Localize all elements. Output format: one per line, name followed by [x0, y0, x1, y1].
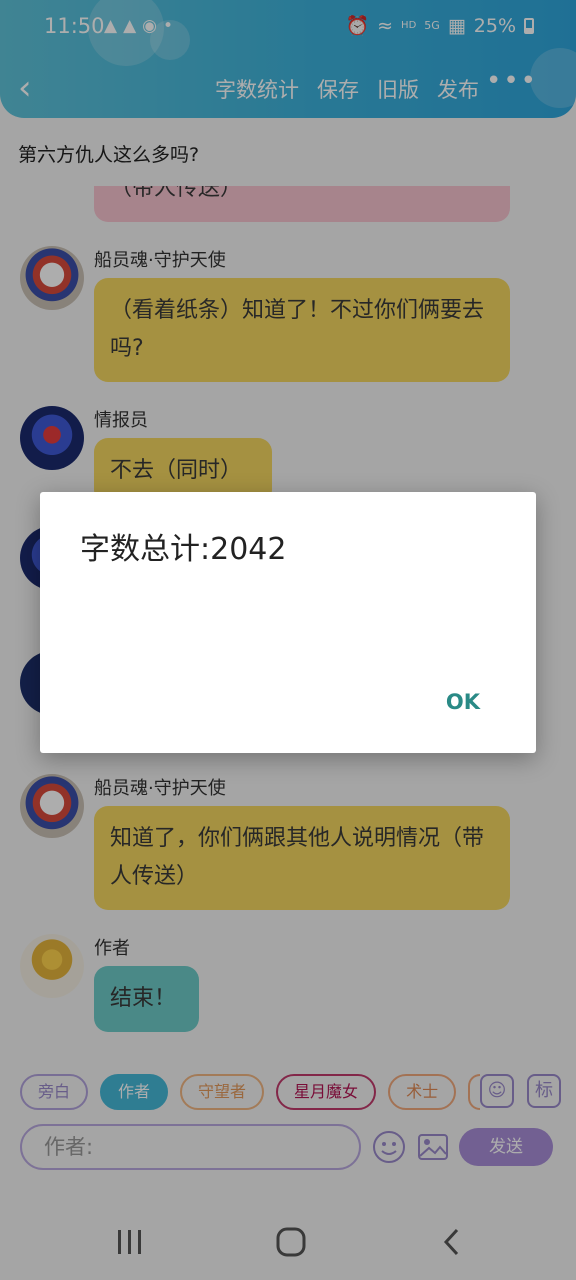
ok-button[interactable]: OK: [446, 690, 480, 714]
dialog-message: 字数总计:2042: [80, 532, 287, 567]
word-count-dialog: 字数总计:2042 OK: [40, 492, 536, 753]
